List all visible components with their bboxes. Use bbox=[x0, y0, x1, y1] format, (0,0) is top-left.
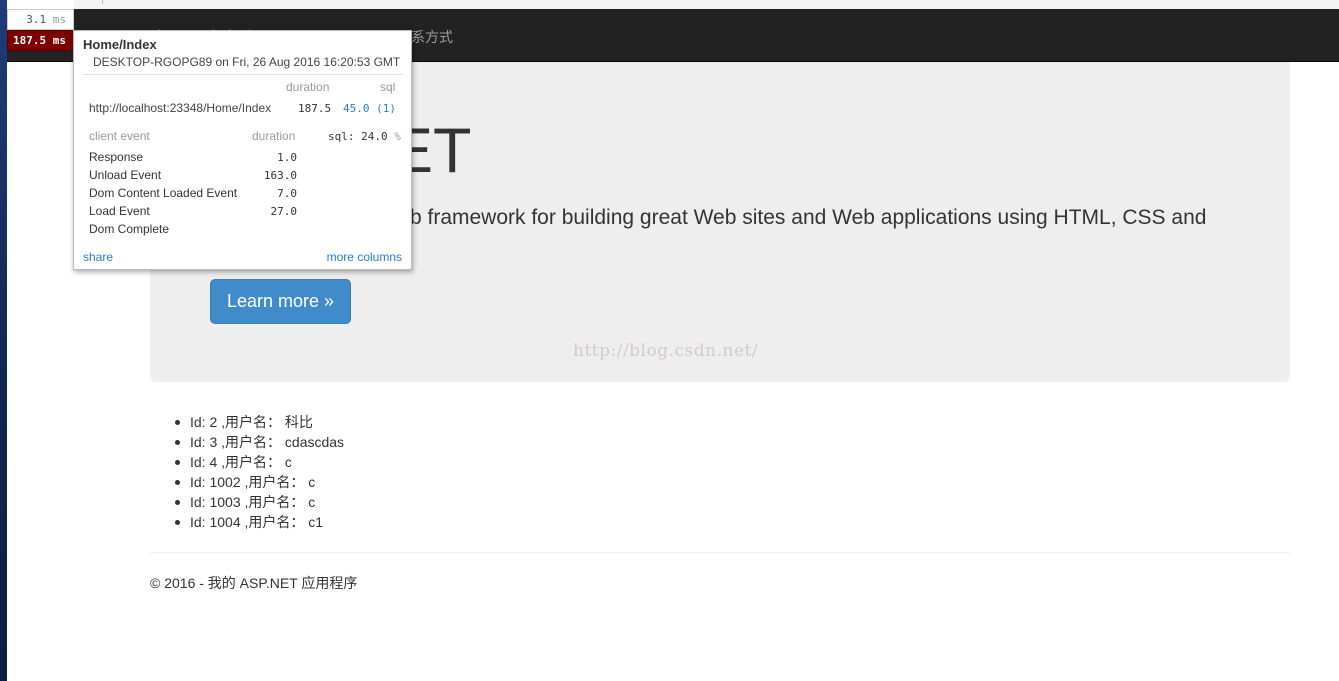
profiler-event-name: Dom Content Loaded Event bbox=[89, 186, 238, 200]
profiler-result-value: 3.1 bbox=[26, 13, 47, 26]
profiler-event-name: Unload Event bbox=[89, 168, 162, 182]
profiler-event-duration: 7.0 bbox=[277, 187, 297, 200]
footer-divider bbox=[150, 552, 1290, 553]
user-list: Id: 2 ,用户名： 科比 Id: 3 ,用户名： cdascdas Id: … bbox=[174, 412, 345, 532]
profiler-event-name: Response bbox=[89, 150, 144, 164]
blog-watermark: http://blog.csdn.net/ bbox=[573, 341, 759, 361]
profiler-url-row: http://localhost:23348/Home/Index bbox=[89, 101, 272, 115]
profiler-client-duration-header: duration bbox=[252, 129, 296, 143]
profiler-event-duration: 163.0 bbox=[263, 169, 297, 182]
desktop-background-strip bbox=[0, 0, 7, 681]
profiler-sql-percent-value: 24.0 bbox=[361, 130, 388, 143]
profiler-result-button-active[interactable]: 187.5 ms bbox=[7, 30, 74, 51]
profiler-result-unit: ms bbox=[52, 34, 66, 47]
profiler-more-columns-link[interactable]: more columns bbox=[327, 250, 402, 264]
profiler-url-sql-link[interactable]: 45.0 (1) bbox=[343, 102, 396, 115]
profiler-separator bbox=[83, 74, 403, 75]
profiler-popup: Home/Index DESKTOP-RGOPG89 on Fri, 26 Au… bbox=[73, 30, 412, 270]
list-item: Id: 1002 ,用户名： c bbox=[174, 472, 344, 492]
list-item: Id: 1004 ,用户名： c1 bbox=[174, 512, 344, 532]
profiler-url-duration: 187.5 bbox=[298, 102, 332, 115]
profiler-result-value: 187.5 bbox=[13, 34, 47, 47]
profiler-sql-percent-unit: % bbox=[394, 130, 401, 143]
profiler-event-duration: 27.0 bbox=[270, 205, 298, 218]
learn-more-button[interactable]: Learn more » bbox=[210, 279, 351, 324]
profiler-duration-header: duration bbox=[286, 80, 330, 94]
profiler-result-unit: ms bbox=[52, 13, 66, 26]
profiler-sql-header: sql bbox=[380, 80, 396, 94]
list-item: Id: 2 ,用户名： 科比 bbox=[174, 412, 344, 432]
profiler-event-name: Load Event bbox=[89, 204, 150, 218]
page-footer: © 2016 - 我的 ASP.NET 应用程序 bbox=[150, 575, 358, 591]
list-item: Id: 4 ,用户名： c bbox=[174, 452, 344, 472]
profiler-request-name: Home/Index bbox=[83, 37, 157, 52]
profiler-machine-info: DESKTOP-RGOPG89 on Fri, 26 Aug 2016 16:2… bbox=[93, 55, 401, 69]
list-item: Id: 1003 ,用户名： c bbox=[174, 492, 344, 512]
profiler-client-event-header: client event bbox=[89, 129, 150, 143]
profiler-event-duration: 1.0 bbox=[277, 151, 297, 164]
profiler-event-name: Dom Complete bbox=[89, 222, 170, 236]
list-item: Id: 3 ,用户名： cdascdas bbox=[174, 434, 345, 450]
profiler-sql-percent-label: sql: bbox=[328, 130, 355, 143]
profiler-result-button[interactable]: 3.1 ms bbox=[7, 9, 74, 30]
profiler-share-link[interactable]: share bbox=[83, 250, 113, 264]
profiler-sql-percent: sql: 24.0 % bbox=[328, 130, 401, 143]
